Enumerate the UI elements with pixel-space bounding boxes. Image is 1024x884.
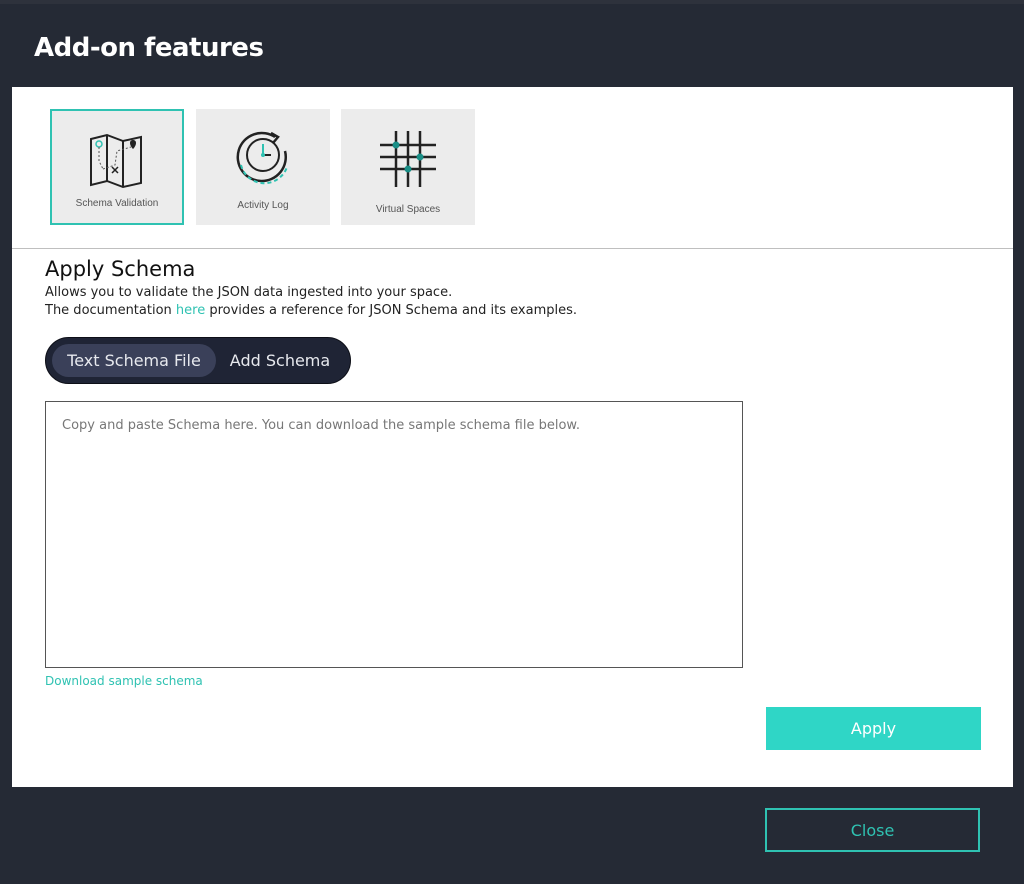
window-top-strip (0, 0, 1024, 4)
tile-virtual-spaces[interactable]: Virtual Spaces (341, 109, 475, 225)
apply-button[interactable]: Apply (766, 707, 981, 750)
section-title: Apply Schema (45, 257, 196, 281)
schema-mode-toggle: Text Schema File Add Schema (45, 337, 351, 384)
clock-icon (236, 131, 288, 185)
download-sample-schema-link[interactable]: Download sample schema (45, 674, 203, 688)
description-line-2: The documentation here provides a refere… (45, 303, 577, 318)
tile-label-activity-log: Activity Log (237, 200, 289, 211)
dialog-title: Add-on features (34, 33, 264, 63)
grid-icon (380, 131, 436, 187)
dialog-panel: Schema Validation Activity Log Virtual S… (12, 87, 1013, 787)
documentation-link[interactable]: here (176, 303, 205, 318)
description-text-before: The documentation (45, 303, 176, 318)
map-icon (90, 133, 142, 189)
description-line-1: Allows you to validate the JSON data ing… (45, 285, 453, 300)
toggle-add-schema[interactable]: Add Schema (220, 344, 340, 377)
section-divider (12, 248, 1013, 249)
tile-label-schema-validation: Schema Validation (75, 198, 159, 209)
close-button[interactable]: Close (765, 808, 980, 852)
schema-input[interactable] (45, 401, 743, 668)
tile-activity-log[interactable]: Activity Log (196, 109, 330, 225)
tile-label-virtual-spaces: Virtual Spaces (375, 204, 441, 215)
tile-schema-validation[interactable]: Schema Validation (50, 109, 184, 225)
description-text-after: provides a reference for JSON Schema and… (205, 303, 578, 318)
toggle-text-schema-file[interactable]: Text Schema File (52, 344, 216, 377)
